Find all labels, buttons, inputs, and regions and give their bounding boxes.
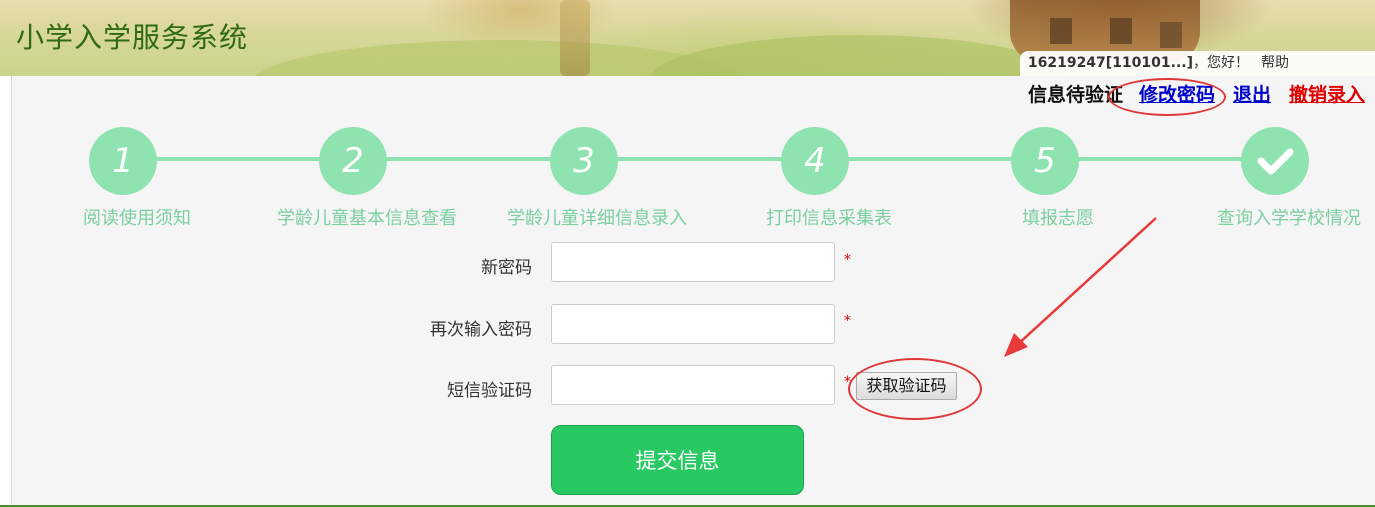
annotation-arrow-icon <box>1004 217 1157 357</box>
